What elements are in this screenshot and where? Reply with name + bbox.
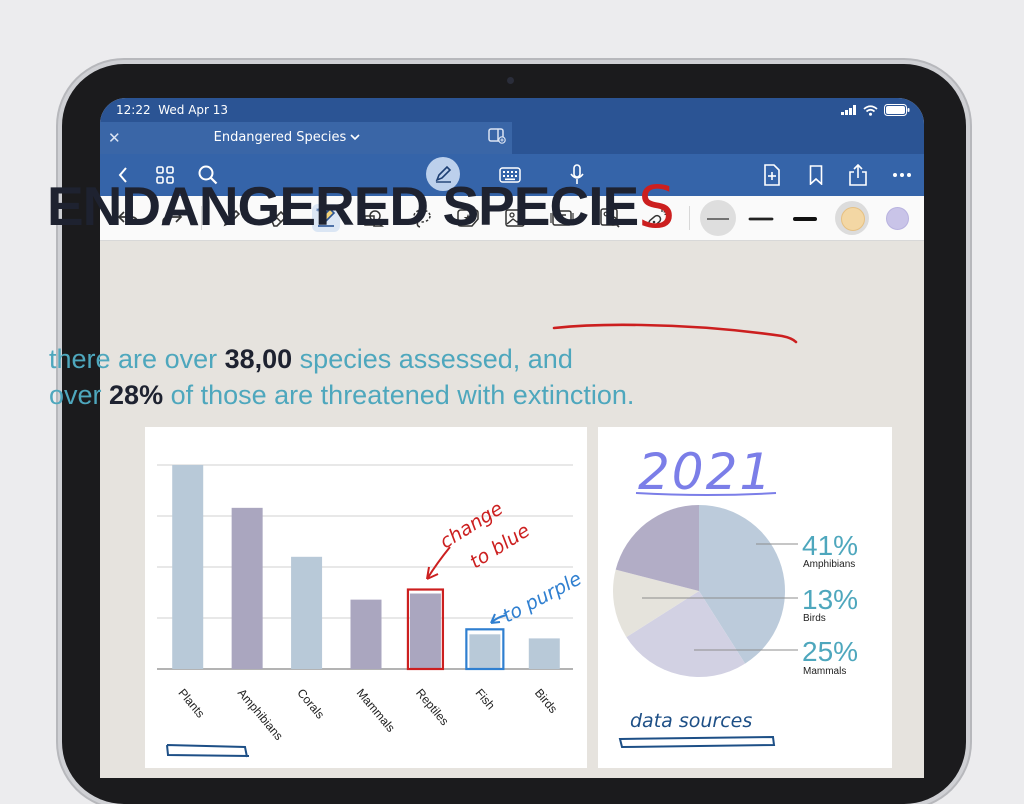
wifi-icon [863, 104, 878, 116]
pie-chart-card[interactable]: 2021 41% Amphibians 13% Birds 25% Mammals data … [598, 427, 892, 768]
divider [689, 206, 690, 230]
title-text: ENDANGERED [47, 175, 443, 237]
tab-bar: ✕ Endangered Species [100, 122, 924, 154]
line2-post: of those are threatened with extinction. [163, 380, 635, 410]
bookmark-icon[interactable] [803, 162, 829, 188]
year-annotation: 2021 [638, 443, 773, 501]
x-tick-label: Mammals [354, 686, 398, 735]
chevron-down-icon [350, 134, 360, 141]
clock: 12:22 [116, 103, 151, 117]
stroke-widths [707, 217, 817, 221]
camera [507, 77, 514, 84]
date: Wed Apr 13 [158, 103, 229, 117]
more-icon[interactable] [889, 162, 915, 188]
title-handwritten-s: S [638, 173, 675, 241]
bar-fish [469, 634, 501, 669]
battery-icon [884, 104, 910, 116]
bar-chart-card[interactable]: Plants Amphibians Corals Mammals Reptiles Fis… [145, 427, 587, 768]
pie-chart: 2021 41%Amphibians 13%Birds 25%Mammals data … [613, 443, 858, 749]
red-arrow [426, 546, 451, 580]
line1-pre: there are over [49, 344, 225, 374]
title-underlined-text: SPECIE [442, 175, 639, 237]
pie-name-label: Mammals [803, 666, 846, 677]
line2-pre: over [49, 380, 110, 410]
status-bar: 12:22 Wed Apr 13 [100, 98, 924, 122]
add-page-icon[interactable] [759, 162, 785, 188]
pie-pct-label: 41% [802, 530, 858, 561]
x-tick-label: Birds [532, 686, 560, 716]
bar-plants [172, 465, 204, 669]
pie-pct-label: 25% [802, 636, 858, 667]
pie-name-label: Birds [803, 613, 826, 624]
line2-bold: 28% [109, 380, 164, 410]
data-sources-box [618, 735, 776, 749]
pie-pct-label: 13% [802, 584, 858, 615]
ink-scribble [166, 744, 250, 758]
x-tick-label: Corals [294, 686, 327, 722]
x-tick-label: Plants [175, 686, 207, 721]
split-view-icon[interactable] [488, 128, 506, 144]
share-icon[interactable] [845, 162, 871, 188]
bar-mammals [350, 599, 382, 669]
pie-name-label: Amphibians [803, 559, 855, 570]
x-tick-label: Reptiles [413, 686, 452, 728]
subtitle-line-1: there are over 38,00 species assessed, a… [49, 346, 573, 373]
bar-amphibians [231, 507, 263, 669]
subtitle-line-2: over 28% of those are threatened with ex… [49, 382, 634, 409]
bar-reptiles [409, 593, 441, 669]
color-swatch-purple[interactable] [886, 207, 909, 230]
title-ink-underline [552, 323, 798, 344]
bar-chart: Plants Amphibians Corals Mammals Reptiles Fis… [157, 464, 585, 758]
color-swatch-yellow[interactable] [841, 207, 865, 231]
signal-icon [841, 105, 856, 115]
line1-bold: 38,00 [224, 344, 293, 374]
line1-post: species assessed, and [292, 344, 573, 374]
status-time: 12:22 Wed Apr 13 [116, 103, 228, 117]
system-icons [841, 104, 910, 116]
x-tick-label: Fish [473, 686, 498, 712]
bar-birds [528, 638, 560, 669]
tab-title[interactable]: Endangered Species [100, 130, 474, 145]
bar-corals [291, 556, 323, 669]
document-tab[interactable]: ✕ Endangered Species [100, 122, 512, 154]
data-sources-note: data sources [630, 710, 752, 732]
tab-title-text: Endangered Species [213, 130, 347, 145]
x-tick-label: Amphibians [235, 686, 286, 743]
document-title: ENDANGERED SPECIES [47, 175, 675, 237]
